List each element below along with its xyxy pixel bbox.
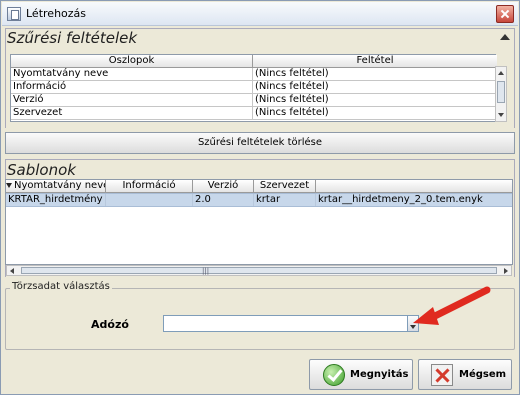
column-header-szervezet[interactable]: Szervezet <box>254 180 316 193</box>
column-cell: Verzió <box>11 94 253 106</box>
check-icon <box>323 364 345 386</box>
grip-icon: ||| <box>202 267 210 275</box>
table-row[interactable]: Verzió (Nincs feltétel) <box>11 94 497 107</box>
column-header-oszlopok[interactable]: Oszlopok <box>11 55 253 68</box>
collapse-icon[interactable] <box>500 34 510 40</box>
scroll-down-icon[interactable] <box>498 113 504 117</box>
table-row[interactable]: Szervezet (Nincs feltétel) <box>11 107 497 120</box>
column-header-label: Nyomtatvány neve <box>14 180 106 191</box>
open-button[interactable]: Megnyitás <box>309 359 413 390</box>
cancel-button-label: Mégsem <box>459 369 507 380</box>
table-row[interactable]: Információ (Nincs feltétel) <box>11 81 497 94</box>
title-bar: Létrehozás <box>2 2 518 26</box>
template-org-cell: krtar <box>254 194 316 206</box>
adozo-combobox[interactable] <box>163 315 408 332</box>
scroll-thumb[interactable] <box>497 81 505 103</box>
column-header-file[interactable] <box>316 180 512 193</box>
table-row[interactable]: Nyomtatvány neve (Nincs feltétel) <box>11 68 497 81</box>
cancel-button[interactable]: Mégsem <box>418 359 512 390</box>
clear-filters-button[interactable]: Szűrési feltételek törlése <box>5 132 515 154</box>
window-title: Létrehozás <box>26 7 87 20</box>
condition-cell[interactable]: (Nincs feltétel) <box>253 94 497 106</box>
column-cell: Szervezet <box>11 107 253 119</box>
column-cell: Nyomtatvány neve <box>11 68 253 80</box>
open-button-label: Megnyitás <box>350 369 409 380</box>
column-header-informacio[interactable]: Információ <box>106 180 193 193</box>
column-header-feltetel[interactable]: Feltétel <box>253 55 497 68</box>
scroll-right-icon[interactable] <box>504 268 508 274</box>
condition-cell[interactable]: (Nincs feltétel) <box>253 81 497 93</box>
template-version-cell: 2.0 <box>193 194 254 206</box>
filter-scrollbar[interactable] <box>495 66 507 122</box>
template-file-cell: krtar__hirdetmeny_2_0.tem.enyk <box>318 194 483 205</box>
column-header-verzio[interactable]: Verzió <box>193 180 254 193</box>
close-button[interactable] <box>496 5 514 23</box>
column-header-nyomtatvany-neve[interactable]: Nyomtatvány neve <box>6 180 106 193</box>
templates-hscrollbar[interactable]: ||| <box>6 265 512 276</box>
master-data-legend: Törzsadat választás <box>10 281 112 292</box>
scroll-left-icon[interactable] <box>10 268 14 274</box>
template-info-cell <box>106 194 193 206</box>
condition-cell[interactable]: (Nincs feltétel) <box>253 107 497 119</box>
annotation-arrow-icon <box>413 286 491 325</box>
table-row-selected[interactable]: KRTAR_hirdetmény 2.0 krtar krtar__hirdet… <box>6 193 512 207</box>
document-icon <box>7 7 21 21</box>
scroll-up-icon[interactable] <box>498 71 504 75</box>
adozo-label: Adózó <box>91 318 129 331</box>
dialog-window: Létrehozás Szűrési feltételek Oszlopok F… <box>0 0 520 395</box>
scroll-thumb[interactable]: ||| <box>21 267 497 275</box>
filter-heading: Szűrési feltételek <box>7 29 138 47</box>
cancel-icon <box>431 364 453 386</box>
filter-table: Oszlopok Feltétel Nyomtatvány neve (Ninc… <box>10 54 497 122</box>
sort-descending-icon <box>6 182 12 188</box>
template-name-cell: KRTAR_hirdetmény <box>6 194 106 206</box>
column-cell: Információ <box>11 81 253 93</box>
condition-cell[interactable]: (Nincs feltétel) <box>253 68 497 80</box>
templates-heading: Sablonok <box>7 161 76 179</box>
templates-table: Nyomtatvány neve Információ Verzió Szerv… <box>5 179 513 265</box>
